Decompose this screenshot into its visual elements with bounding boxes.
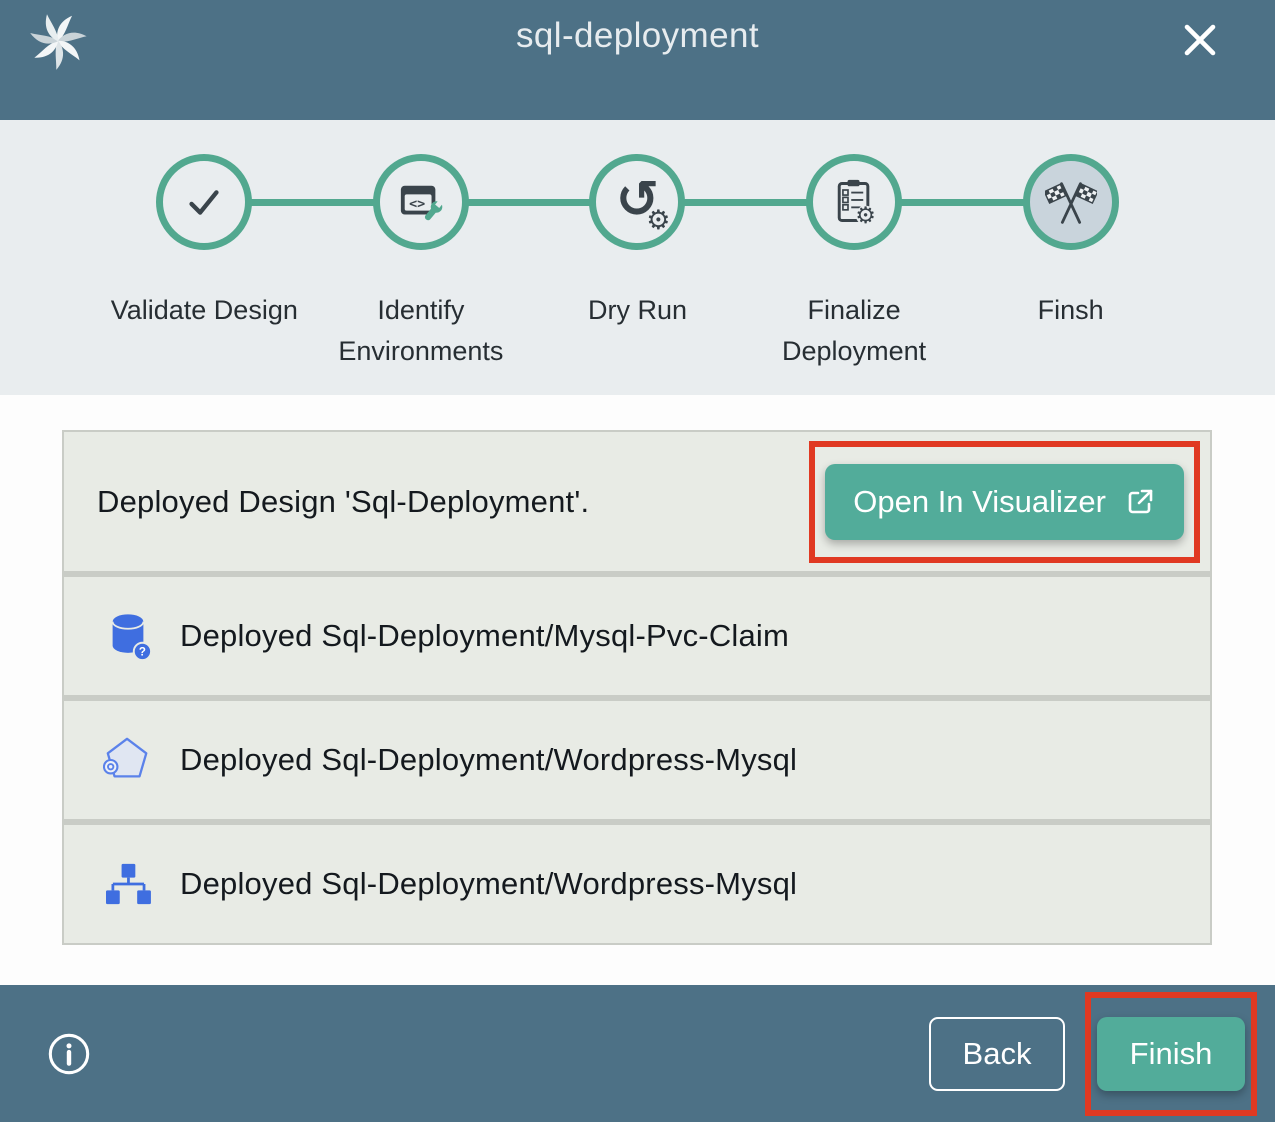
result-text: Deployed Sql-Deployment/Mysql-Pvc-Claim — [180, 618, 789, 654]
svg-text:<>: <> — [409, 197, 425, 212]
svg-text:?: ? — [139, 647, 146, 659]
step-dry-run[interactable]: ↺ ⚙ Dry Run — [529, 154, 746, 395]
step-identify-environments[interactable]: <> Identify Environments — [313, 154, 530, 395]
result-row-mysql-pvc-claim: ? Deployed Sql-Deployment/Mysql-Pvc-Clai… — [64, 577, 1210, 695]
highlight-annotation-finish: Finish — [1085, 992, 1257, 1116]
result-row-wordpress-mysql-service: Deployed Sql-Deployment/Wordpress-Mysql — [64, 701, 1210, 819]
open-in-visualizer-button[interactable]: Open In Visualizer — [825, 464, 1184, 540]
step-circle: ⚙ — [806, 154, 902, 250]
checkmark-icon — [181, 179, 227, 225]
wizard-stepper: Validate Design <> Identify Environments — [0, 120, 1275, 395]
dialog-header: sql-deployment — [0, 0, 1275, 120]
pentagon-icon — [100, 735, 156, 785]
dialog-footer: Back Finish — [0, 985, 1275, 1122]
step-label: Finalize Deployment — [754, 290, 954, 371]
checkered-flags-icon — [1045, 176, 1097, 228]
redeploy-gear-icon: ↺ ⚙ — [608, 174, 666, 230]
step-circle — [1023, 154, 1119, 250]
highlight-annotation-visualizer: Open In Visualizer — [809, 441, 1200, 563]
database-icon: ? — [100, 610, 156, 662]
open-in-visualizer-label: Open In Visualizer — [853, 484, 1106, 520]
step-validate-design[interactable]: Validate Design — [96, 154, 313, 395]
finish-button[interactable]: Finish — [1097, 1017, 1245, 1091]
step-label: Identify Environments — [321, 290, 521, 371]
dialog-title: sql-deployment — [0, 16, 1275, 56]
result-row-wordpress-mysql-topology: Deployed Sql-Deployment/Wordpress-Mysql — [64, 825, 1210, 943]
svg-text:⚙: ⚙ — [855, 203, 876, 226]
deployment-wizard-dialog: sql-deployment Validate Design — [0, 0, 1275, 1122]
step-label: Dry Run — [588, 290, 687, 331]
step-circle: <> — [373, 154, 469, 250]
close-button[interactable] — [1175, 16, 1225, 66]
step-finish[interactable]: Finsh — [962, 154, 1179, 395]
clipboard-gear-icon: ⚙ — [830, 178, 878, 226]
results-list: Deployed Design 'Sql-Deployment'. Open I… — [62, 430, 1212, 945]
step-label: Validate Design — [111, 290, 298, 331]
step-circle — [156, 154, 252, 250]
close-icon — [1176, 16, 1224, 64]
info-icon — [46, 1031, 92, 1077]
step-label: Finsh — [1038, 290, 1104, 331]
step-circle: ↺ ⚙ — [589, 154, 685, 250]
back-button[interactable]: Back — [929, 1017, 1065, 1091]
result-text: Deployed Sql-Deployment/Wordpress-Mysql — [180, 866, 797, 902]
deployed-design-message: Deployed Design 'Sql-Deployment'. — [97, 484, 589, 520]
deployed-design-row: Deployed Design 'Sql-Deployment'. Open I… — [64, 432, 1210, 571]
gear-icon: ⚙ — [646, 207, 670, 234]
results-panel: Deployed Design 'Sql-Deployment'. Open I… — [0, 395, 1275, 985]
hierarchy-icon — [100, 862, 156, 906]
info-button[interactable] — [46, 1031, 92, 1077]
code-wrench-icon: <> — [397, 179, 445, 225]
external-link-icon — [1124, 486, 1156, 518]
step-finalize-deployment[interactable]: ⚙ Finalize Deployment — [746, 154, 963, 395]
result-text: Deployed Sql-Deployment/Wordpress-Mysql — [180, 742, 797, 778]
